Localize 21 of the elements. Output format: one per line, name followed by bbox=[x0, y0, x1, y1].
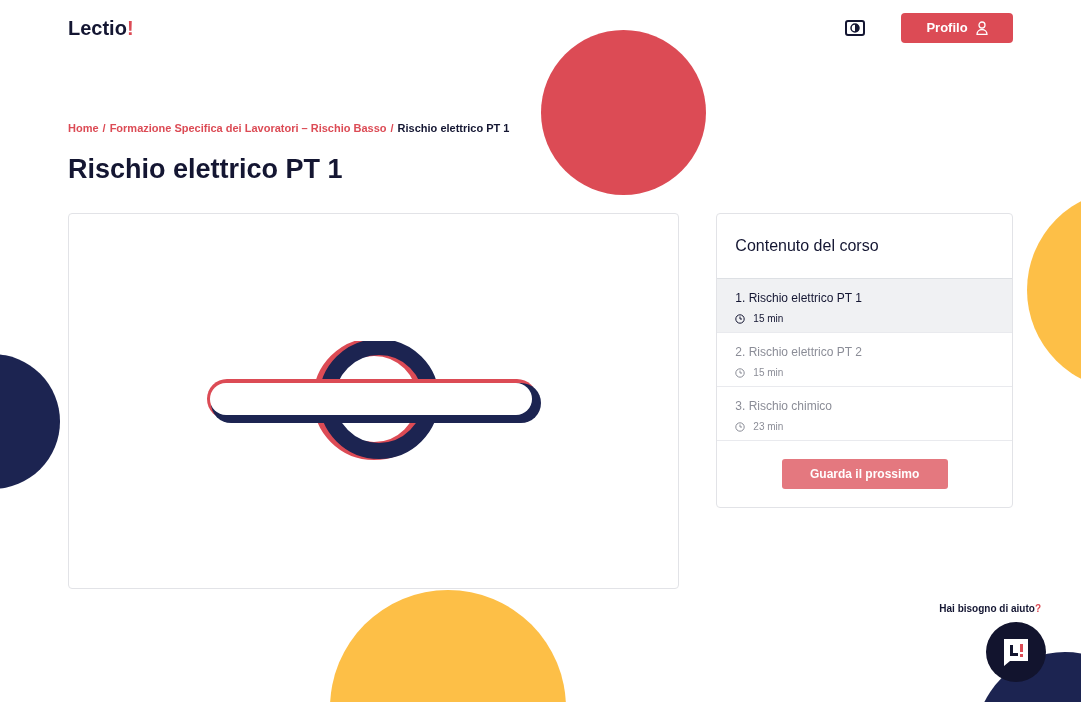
clock-icon bbox=[735, 313, 746, 324]
brand-logo-text[interactable]: Lectio bbox=[68, 17, 127, 39]
lesson-item[interactable]: 2. Rischio elettrico PT 2 15 min bbox=[717, 333, 1012, 387]
chat-button[interactable] bbox=[986, 622, 1046, 682]
profile-button[interactable]: Profilo bbox=[901, 13, 1013, 43]
breadcrumb-link[interactable]: Home bbox=[68, 122, 99, 134]
help-prompt: Hai bisogno di aiuto? bbox=[939, 602, 1041, 616]
breadcrumb-current: Rischio elettrico PT 1 bbox=[397, 122, 510, 134]
video-player[interactable] bbox=[68, 213, 680, 589]
user-icon bbox=[975, 21, 988, 35]
brand-logo-mark[interactable]: ! bbox=[126, 17, 134, 39]
clock-icon bbox=[735, 367, 746, 378]
lesson-item[interactable]: 3. Rischio chimico 23 min bbox=[717, 387, 1012, 441]
breadcrumb-link[interactable]: Formazione Specifica dei Lavoratori – Rischio Basso bbox=[109, 122, 387, 134]
breadcrumb-separator: / bbox=[102, 122, 106, 134]
theme-toggle-icon[interactable] bbox=[845, 20, 865, 36]
chat-bubble-icon bbox=[1002, 637, 1030, 667]
breadcrumb-separator: / bbox=[390, 122, 394, 134]
clock-icon bbox=[735, 421, 746, 432]
lesson-item[interactable]: 1. Rischio elettrico PT 1 15 min bbox=[717, 279, 1012, 333]
page-title: Rischio elettrico PT 1 bbox=[68, 152, 344, 186]
